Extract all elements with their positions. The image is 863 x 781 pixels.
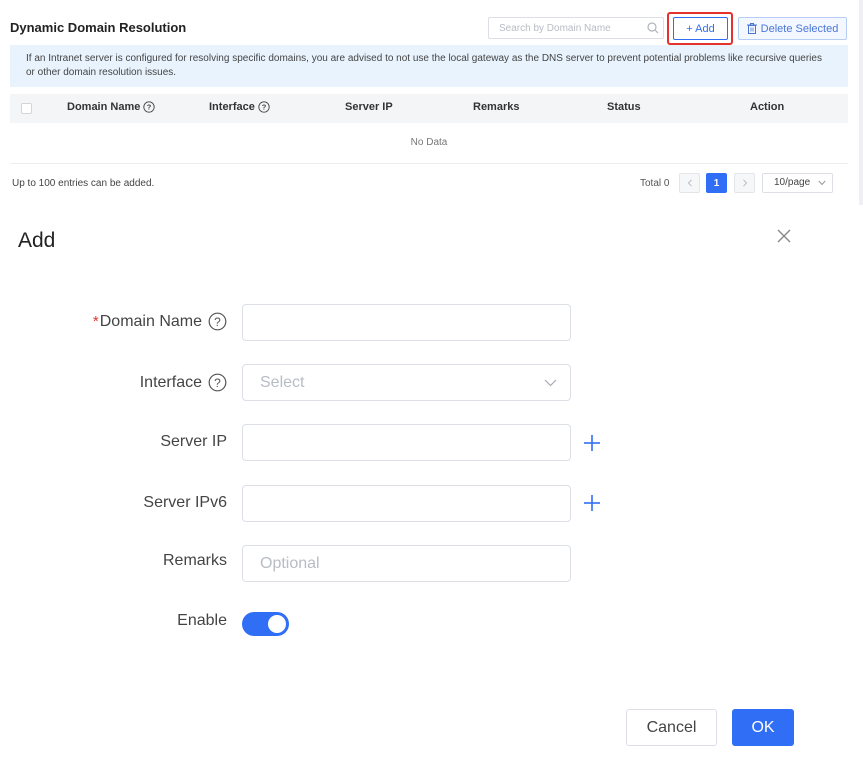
column-remarks: Remarks xyxy=(473,101,519,113)
search-icon[interactable] xyxy=(646,21,660,35)
chevron-right-icon xyxy=(742,179,747,187)
page-size-value: 10/page xyxy=(774,177,811,188)
interface-label-text: Interface xyxy=(139,373,202,391)
chevron-down-icon xyxy=(544,379,557,387)
delete-selected-button[interactable]: Delete Selected xyxy=(738,17,847,40)
enable-toggle[interactable] xyxy=(242,612,289,636)
entry-limit-note: Up to 100 entries can be added. xyxy=(12,178,155,189)
page-size-select[interactable]: 10/page xyxy=(762,173,833,193)
add-server-ipv6-icon[interactable] xyxy=(583,494,601,512)
domain-name-field[interactable] xyxy=(242,304,571,341)
prev-page-button[interactable] xyxy=(679,173,700,193)
column-domain-name-label: Domain Name xyxy=(67,101,141,113)
search-input[interactable] xyxy=(489,18,639,39)
remarks-input[interactable] xyxy=(243,546,570,581)
search-box[interactable] xyxy=(488,17,664,39)
add-server-ip-icon[interactable] xyxy=(583,434,601,452)
next-page-button[interactable] xyxy=(734,173,755,193)
chevron-down-icon xyxy=(818,180,826,186)
chevron-left-icon xyxy=(687,179,692,187)
svg-text:?: ? xyxy=(147,103,152,112)
dialog-title: Add xyxy=(18,229,56,252)
column-interface: Interface ? xyxy=(209,101,270,113)
server-ipv6-label-text: Server IPv6 xyxy=(143,494,227,511)
trash-icon xyxy=(746,23,757,34)
ok-button[interactable]: OK xyxy=(732,709,794,746)
column-domain-name: Domain Name ? xyxy=(67,101,156,113)
remarks-field[interactable] xyxy=(242,545,571,582)
help-icon[interactable]: ? xyxy=(208,373,227,392)
server-ip-label-text: Server IP xyxy=(160,433,227,450)
column-status-label: Status xyxy=(607,101,641,113)
help-icon[interactable]: ? xyxy=(208,312,227,331)
page-title: Dynamic Domain Resolution xyxy=(10,20,187,35)
domain-name-label: *Domain Name ? xyxy=(93,312,227,331)
empty-table-message: No Data xyxy=(10,123,848,164)
svg-text:?: ? xyxy=(214,315,221,329)
help-icon[interactable]: ? xyxy=(258,101,270,113)
delete-selected-label: Delete Selected xyxy=(760,22,839,35)
interface-label: Interface ? xyxy=(140,373,227,392)
table-header: Domain Name ? Interface ? Server IP Rema… xyxy=(10,94,848,123)
domain-name-label-text: Domain Name xyxy=(99,312,202,330)
server-ipv6-field[interactable] xyxy=(242,485,571,522)
server-ip-input[interactable] xyxy=(243,425,570,460)
add-button[interactable]: + Add xyxy=(673,17,728,40)
remarks-label: Remarks xyxy=(163,552,227,570)
add-button-label: + Add xyxy=(686,22,715,35)
interface-select[interactable]: Select xyxy=(242,364,571,401)
svg-text:?: ? xyxy=(214,376,221,390)
pagination-total: Total 0 xyxy=(640,178,670,189)
server-ipv6-label: Server IPv6 xyxy=(143,494,227,512)
domain-resolution-panel: Dynamic Domain Resolution + Add Delete S… xyxy=(0,0,863,205)
remarks-label-text: Remarks xyxy=(162,552,227,569)
column-interface-label: Interface xyxy=(209,101,255,113)
select-all-checkbox[interactable] xyxy=(21,103,32,114)
server-ip-label: Server IP xyxy=(160,433,227,451)
required-asterisk: * xyxy=(92,312,99,330)
column-action: Action xyxy=(750,101,784,113)
domain-name-input[interactable] xyxy=(243,305,570,340)
column-server-ip: Server IP xyxy=(345,101,393,113)
close-icon[interactable] xyxy=(775,227,793,245)
current-page-button[interactable]: 1 xyxy=(706,173,727,193)
info-notice: If an Intranet server is configured for … xyxy=(10,45,848,87)
enable-label-text: Enable xyxy=(177,612,227,629)
toggle-knob xyxy=(268,615,286,633)
server-ipv6-input[interactable] xyxy=(243,486,570,521)
panel-scroll-edge xyxy=(859,0,863,205)
svg-text:?: ? xyxy=(262,103,267,112)
cancel-button[interactable]: Cancel xyxy=(626,709,717,746)
column-server-ip-label: Server IP xyxy=(345,101,393,113)
column-remarks-label: Remarks xyxy=(473,101,520,113)
server-ip-field[interactable] xyxy=(242,424,571,461)
column-status: Status xyxy=(607,101,641,113)
column-action-label: Action xyxy=(750,101,785,113)
interface-select-placeholder: Select xyxy=(260,374,305,391)
enable-label: Enable xyxy=(177,612,227,630)
help-icon[interactable]: ? xyxy=(143,101,156,113)
